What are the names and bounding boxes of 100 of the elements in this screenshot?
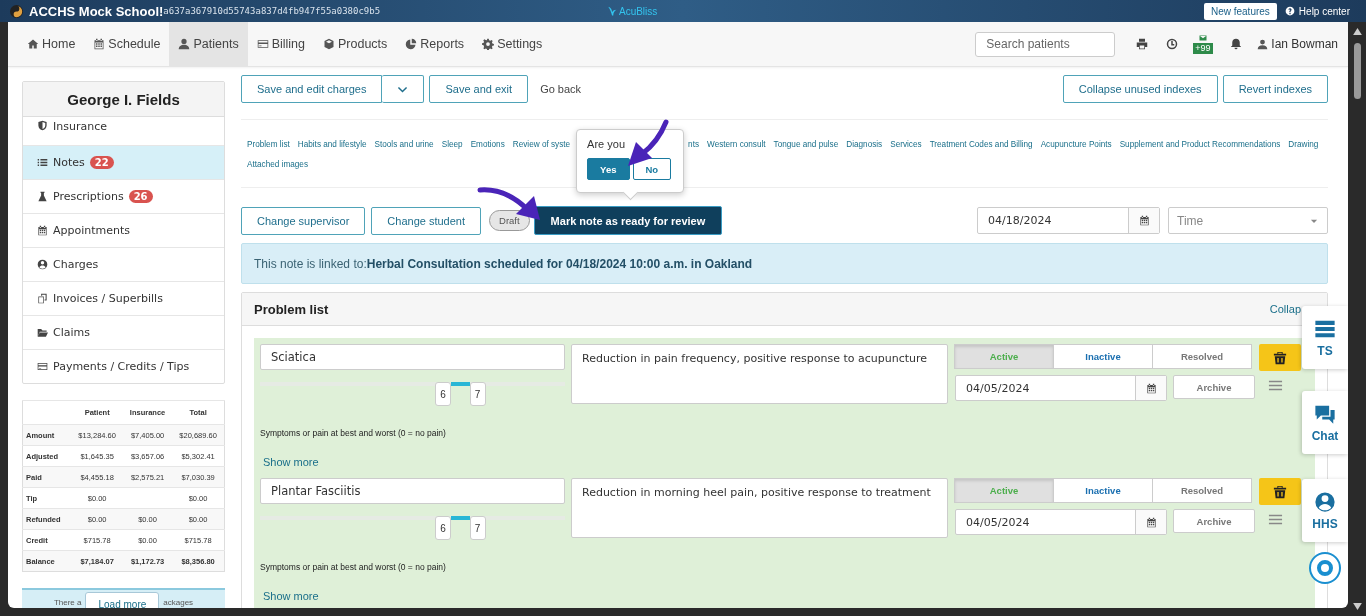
shield-icon [37, 120, 48, 131]
delete-button[interactable] [1259, 344, 1301, 371]
load-more-button[interactable]: Load more [85, 592, 160, 608]
sidebar-item[interactable]: Payments / Credits / Tips [23, 349, 224, 383]
alert-text: This note is linked to: [254, 256, 367, 271]
archive-button[interactable]: Archive [1173, 509, 1255, 533]
change-button[interactable]: Change student [371, 206, 481, 235]
mark-ready-button[interactable]: Mark note as ready for review [533, 206, 723, 235]
sidebar-item[interactable]: Invoices / Superbills [23, 281, 224, 315]
date-field[interactable]: 04/05/2024 [955, 375, 1167, 401]
index-link[interactable]: nts [688, 140, 700, 149]
help-center-link[interactable]: Help center [1298, 5, 1350, 17]
sidebar-item[interactable]: Prescriptions 26 [23, 179, 224, 213]
index-link[interactable]: Problem list [247, 140, 290, 149]
side-tab[interactable]: TS [1302, 306, 1348, 369]
nav-item[interactable]: Settings [473, 22, 552, 66]
sidebar-item[interactable]: Claims [23, 315, 224, 349]
pain-slider[interactable]: 6 7 [260, 516, 565, 540]
index-link[interactable]: Habits and lifestyle [297, 140, 367, 149]
goal-field[interactable]: Reduction in morning heel pain, positive response to treatment [571, 478, 948, 538]
notice-text: ackages [163, 597, 194, 607]
problem-name-field[interactable]: Sciatica [260, 344, 565, 370]
scale-label: Symptoms or pain at best and worst (0 = no pain) [260, 562, 447, 572]
print-icon[interactable] [1136, 38, 1149, 50]
message-count-badge: +99 [1193, 43, 1213, 54]
sidebar-item[interactable]: Appointments [23, 213, 224, 247]
index-link[interactable]: Attached images [247, 160, 308, 169]
nav-item[interactable]: Schedule [84, 22, 170, 66]
confirm-button[interactable]: Yes [587, 158, 630, 180]
index-link[interactable]: Services [890, 140, 922, 149]
side-tab[interactable]: HHS [1302, 479, 1348, 542]
collapse-link[interactable]: Collap [1269, 303, 1301, 315]
folder-icon [37, 327, 48, 338]
delete-button[interactable] [1259, 478, 1301, 505]
toolbar-button[interactable]: Revert indexes [1222, 75, 1328, 103]
count-badge: 26 [128, 190, 153, 203]
index-link[interactable]: Emotions [470, 140, 505, 149]
status-button[interactable]: Resolved [1152, 344, 1252, 369]
documents-icon [37, 293, 48, 304]
sidebar-item[interactable]: Charges [23, 247, 224, 281]
appointment-link[interactable]: Herbal Consultation scheduled for 04/18/2024 10:00 a.m. in Oakland [366, 256, 753, 271]
dropdown-button[interactable] [382, 75, 425, 103]
calendar-icon [1145, 516, 1157, 528]
status-button[interactable]: Inactive [1053, 344, 1153, 369]
go-back-link[interactable]: Go back [540, 83, 582, 95]
index-link[interactable]: Sleep [441, 140, 463, 149]
time-select[interactable]: Time [1168, 207, 1328, 234]
index-link[interactable]: Acupuncture Points [1040, 140, 1112, 149]
slider-handle[interactable]: 7 [469, 382, 486, 406]
index-link[interactable]: Treatment Codes and Billing [929, 140, 1033, 149]
problem-name-field[interactable]: Plantar Fasciitis [260, 478, 565, 504]
show-more-link[interactable]: Show more [263, 590, 319, 602]
confirm-button[interactable]: No [632, 158, 672, 180]
index-link[interactable]: Stools and urine [374, 140, 434, 149]
nav-item[interactable]: Products [314, 22, 397, 66]
scroll-down-icon[interactable] [1352, 603, 1362, 610]
clock-icon[interactable] [1166, 38, 1179, 50]
date-field[interactable]: 04/05/2024 [955, 509, 1167, 535]
flask-icon [37, 191, 48, 202]
status-button[interactable]: Inactive [1053, 478, 1153, 503]
toolbar-button[interactable]: Collapse unused indexes [1062, 75, 1218, 103]
archive-button[interactable]: Archive [1173, 375, 1255, 399]
scroll-up-icon[interactable] [1352, 28, 1362, 35]
index-link[interactable]: Review of syste [512, 140, 571, 149]
index-link[interactable]: Western consult [707, 140, 766, 149]
slider-handle[interactable]: 6 [435, 382, 451, 406]
index-link[interactable]: Diagnosis [846, 140, 883, 149]
user-menu[interactable]: Ian Bowman [1271, 37, 1338, 51]
new-features-button[interactable]: New features [1203, 2, 1277, 20]
scroll-thumb[interactable] [1353, 43, 1361, 99]
drag-handle-icon[interactable] [1267, 512, 1283, 527]
slider-range [451, 382, 470, 386]
nav-item[interactable]: Home [18, 22, 85, 66]
settings-icon [482, 38, 495, 50]
pie-chart-icon [405, 38, 418, 50]
index-link[interactable]: Supplement and Product Recommendations [1119, 140, 1281, 149]
slider-handle[interactable]: 7 [469, 516, 486, 540]
drag-handle-icon[interactable] [1267, 378, 1283, 393]
goal-field[interactable]: Reduction in pain frequency, positive response to acupuncture [571, 344, 948, 404]
sidebar-item[interactable]: Notes 22 [23, 145, 224, 179]
logo-icon [10, 4, 23, 18]
bell-icon[interactable] [1230, 38, 1243, 50]
date-field[interactable]: 04/18/2024 [977, 207, 1160, 234]
change-button[interactable]: Change supervisor [241, 206, 366, 235]
slider-handle[interactable]: 6 [435, 516, 451, 540]
save-and-exit-button[interactable]: Save and exit [429, 75, 529, 103]
save-and-edit-charges-button[interactable]: Save and edit charges [241, 75, 383, 103]
nav-item[interactable]: Billing [247, 22, 314, 66]
status-button[interactable]: Resolved [1152, 478, 1252, 503]
nav-item[interactable]: Patients [169, 22, 248, 66]
side-tab[interactable]: Chat [1302, 391, 1348, 454]
index-link[interactable]: Tongue and pulse [773, 140, 839, 149]
pain-slider[interactable]: 6 7 [260, 382, 565, 406]
index-link[interactable]: Drawing [1288, 140, 1319, 149]
help-icon[interactable] [1309, 552, 1341, 584]
school-name: ACCHS Mock School! [29, 3, 164, 19]
nav-item[interactable]: Reports [396, 22, 474, 66]
sidebar-item[interactable]: Insurance [23, 117, 224, 145]
search-field[interactable]: Search patients [975, 31, 1116, 57]
show-more-link[interactable]: Show more [263, 456, 319, 468]
